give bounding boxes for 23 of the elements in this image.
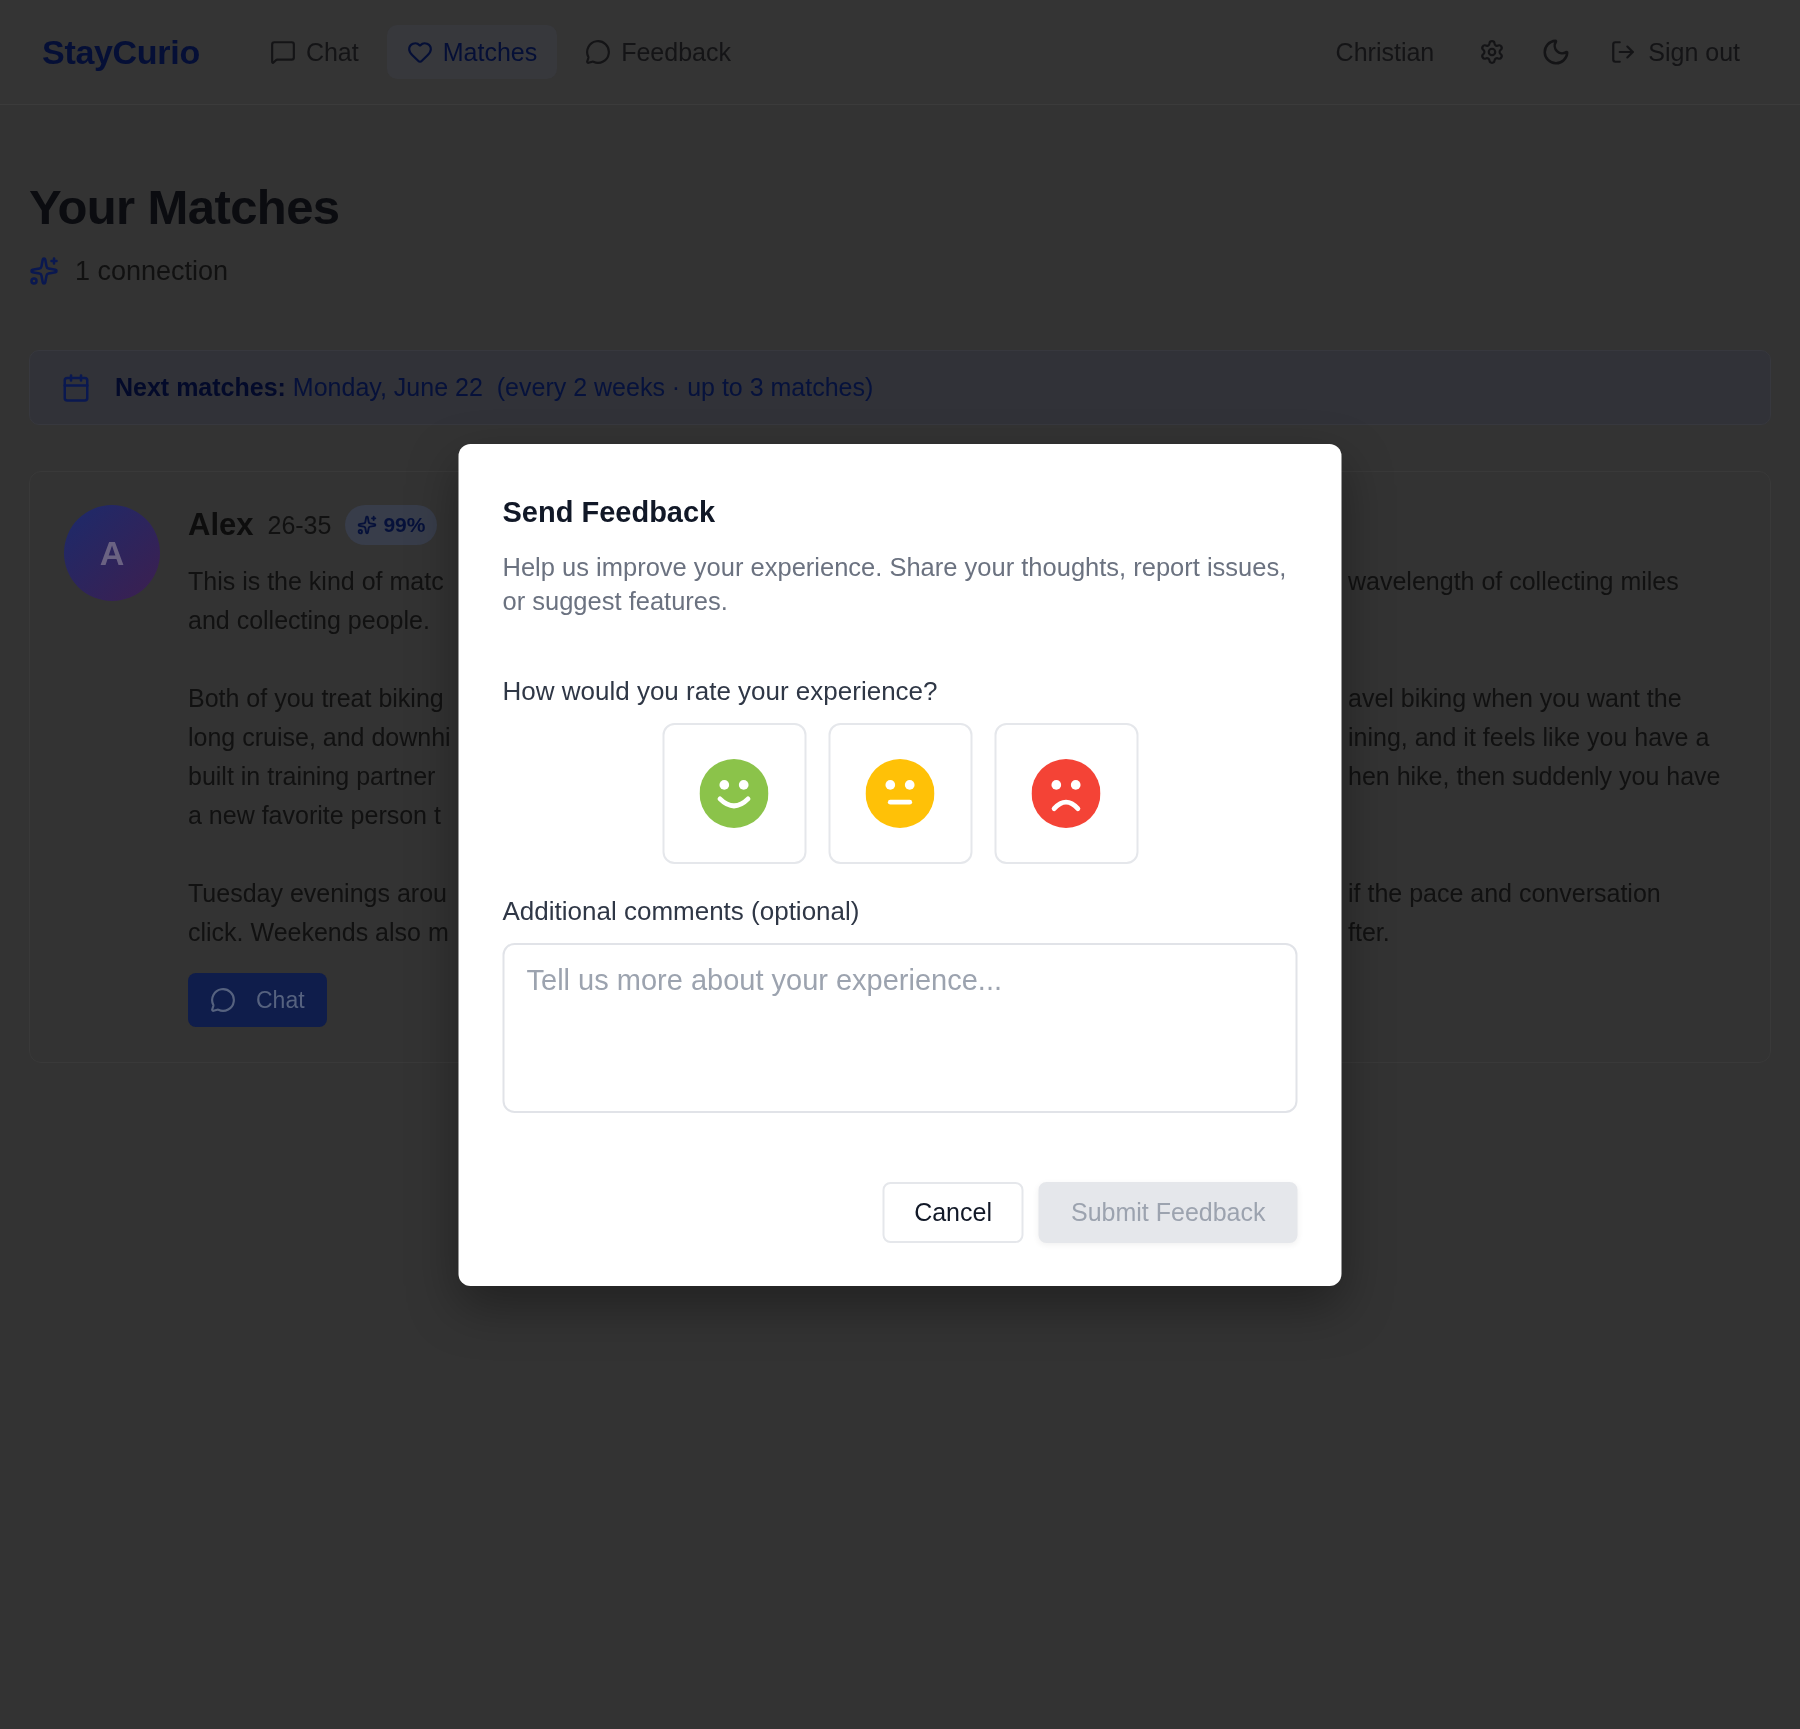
- round-chat-bubble-icon: [585, 39, 612, 65]
- rating-option[interactable]: [994, 722, 1138, 864]
- rating-question: How would you rate your experience?: [502, 674, 939, 708]
- rating-option[interactable]: [828, 722, 972, 864]
- dialog-description: Help us improve your experience. Share your thoughts, report issues, or suggest features.: [502, 551, 1288, 617]
- heart-icon: [406, 39, 433, 65]
- square-chat-bubble-icon: [269, 39, 296, 65]
- dialog-title: Send Feedback: [502, 494, 717, 530]
- sparkles-icon: [29, 256, 59, 286]
- smiling-face-icon: [699, 758, 769, 828]
- neutral-face-icon: [865, 758, 935, 828]
- comments-label: Additional comments (optional): [502, 894, 861, 928]
- comments-field[interactable]: Tell us more about your experience...: [502, 942, 1298, 1113]
- cancel-button[interactable]: Cancel: [882, 1181, 1024, 1243]
- avatar: A: [64, 505, 160, 601]
- sign-out-icon: [1610, 39, 1637, 65]
- round-chat-bubble-icon: [210, 987, 236, 1013]
- frowning-face-icon: [1031, 758, 1101, 828]
- sparkles-icon: [357, 515, 378, 535]
- rating-option[interactable]: [662, 722, 806, 864]
- settings-icon: [1479, 39, 1506, 65]
- chat-button[interactable]: Chat: [188, 973, 327, 1027]
- calendar-icon: [61, 372, 91, 403]
